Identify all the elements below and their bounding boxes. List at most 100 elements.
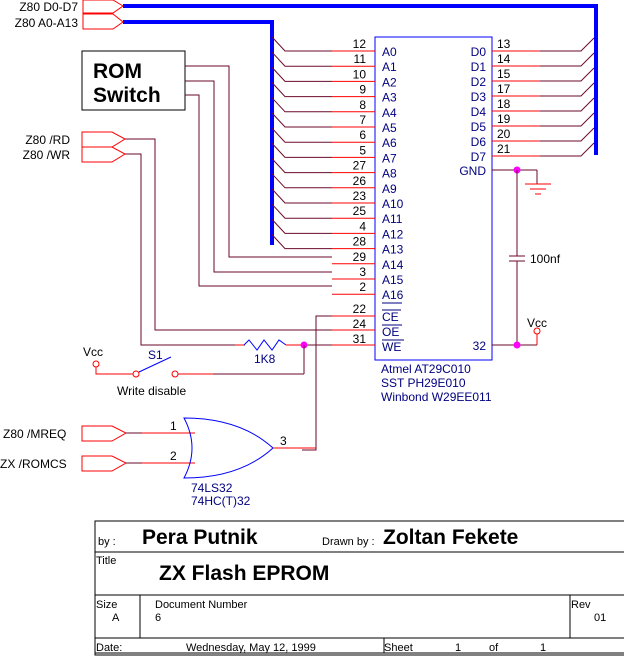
sheet-label: Sheet [384, 642, 413, 654]
pin-number: 21 [497, 142, 511, 156]
title-block: by : Pera Putnik Drawn by : Zoltan Feket… [94, 520, 624, 656]
pin-name: D4 [471, 105, 487, 119]
wire-a15 [185, 80, 332, 273]
switch-label: Write disable [117, 384, 186, 398]
rom-switch-line1: ROM [93, 60, 142, 83]
pin-number: 18 [497, 97, 511, 111]
capacitor-value: 100nf [530, 252, 561, 266]
rom-switch-block: ROM Switch [81, 50, 186, 111]
pin-name: D1 [471, 60, 487, 74]
document-title: ZX Flash EPROM [159, 562, 329, 585]
pin-number: 10 [353, 67, 367, 81]
pin-number: 12 [353, 37, 367, 51]
by-label: by : [98, 536, 116, 548]
port-data-bus: Z80 D0-D7 [19, 0, 124, 14]
wire-a14 [185, 65, 332, 258]
of-value: 1 [540, 642, 546, 654]
size-value: A [112, 612, 120, 624]
pin-number: 23 [353, 189, 367, 203]
gnd-pin-name: GND [459, 164, 486, 178]
pin-name: A0 [382, 45, 397, 59]
pin-ce-number: 22 [353, 302, 367, 316]
pin-vcc-number: 32 [473, 339, 487, 353]
wire-ce [302, 315, 332, 451]
pin-number: 5 [359, 143, 366, 157]
port-addr-bus: Z80 A0-A13 [15, 13, 124, 30]
date-value: Wednesday, May 12, 1999 [186, 642, 316, 654]
vcc-terminal-icon [92, 360, 100, 368]
pin-number: 7 [359, 113, 366, 127]
pin-number: 25 [353, 204, 367, 218]
switch-terminal-icon [132, 370, 140, 378]
pin-number: 19 [497, 112, 511, 126]
gate-pin2: 2 [170, 449, 177, 463]
pin-name: A2 [382, 75, 397, 89]
wire-wr [125, 153, 142, 315]
chip-part-atmel: Atmel AT29C010 [381, 362, 471, 376]
drawn-by-label: Drawn by : [322, 536, 375, 548]
port-mreq: Z80 /MREQ [3, 425, 128, 442]
switch-terminal-icon [171, 370, 179, 378]
pin-name: A11 [382, 212, 403, 226]
pin-number: 20 [497, 127, 511, 141]
chip-left-pins: 12 A0 11 A1 10 A2 9 A3 8 A4 7 A5 6 A6 5 A7 27 A8 26 A9 23 A10… [271, 36, 404, 302]
pin-number: 2 [359, 280, 366, 294]
switch-ref: S1 [148, 348, 163, 362]
port-wr: Z80 /WR [23, 146, 127, 163]
chip-part-sst: SST PH29E010 [381, 376, 466, 390]
pin-name: A4 [382, 106, 397, 120]
pin-number: 6 [359, 128, 366, 142]
designer-name: Pera Putnik [142, 526, 258, 549]
pin-name: A16 [382, 288, 404, 302]
pin-name: D0 [471, 45, 487, 59]
size-label: Size [96, 599, 117, 611]
gate-pin3: 3 [280, 434, 287, 448]
port-addr-bus-label: Z80 A0-A13 [15, 16, 79, 30]
of-label: of [489, 642, 499, 654]
doc-number-value: 6 [155, 612, 161, 624]
pin-name: A6 [382, 136, 397, 150]
pin-name: A7 [382, 151, 397, 165]
pin-name: A5 [382, 121, 397, 135]
ground-symbol [525, 183, 551, 195]
pin-number: 9 [359, 83, 366, 97]
pin-name: D2 [471, 75, 487, 89]
port-wr-label: Z80 /WR [23, 148, 71, 162]
gate-part-hc: 74HC(T)32 [191, 494, 251, 508]
rom-switch-line2: Switch [93, 84, 161, 107]
pin-number: 3 [359, 265, 366, 279]
port-romcs-label: ZX /ROMCS [0, 457, 67, 471]
pin-number: 17 [497, 82, 511, 96]
pin-name: A9 [382, 182, 397, 196]
gate-pin1: 1 [170, 419, 177, 433]
pin-name: D5 [471, 120, 487, 134]
pin-number: 11 [354, 52, 367, 66]
port-rd: Z80 /RD [25, 131, 127, 148]
drafter-name: Zoltan Fekete [383, 526, 518, 549]
pin-number: 13 [497, 37, 511, 51]
pin-number: 28 [353, 235, 367, 249]
pin-name: A8 [382, 167, 397, 181]
pin-number: 14 [497, 52, 511, 66]
pin-name: A3 [382, 91, 397, 105]
resistor: 1K8 [235, 339, 308, 366]
vcc-label-left: Vcc [83, 345, 103, 359]
rev-value: 01 [594, 612, 606, 624]
pin-number: 29 [353, 250, 367, 264]
port-rd-label: Z80 /RD [25, 133, 70, 147]
date-label: Date: [96, 642, 122, 654]
schematic: Z80 D0-D7 Z80 A0-A13 ROM Switch Z80 /RD … [0, 0, 624, 656]
pin-name: A14 [382, 258, 404, 272]
pin-name: A13 [382, 243, 404, 257]
pin-name: A12 [382, 227, 404, 241]
pin-number: 15 [497, 67, 511, 81]
pin-number: 27 [353, 159, 367, 173]
pin-ce-name: CE [382, 310, 399, 324]
pin-name: A1 [382, 60, 397, 74]
pin-we-name: WE [382, 340, 401, 354]
pin-oe-name: OE [382, 325, 399, 339]
junction-dot [513, 341, 521, 349]
sheet-value: 1 [455, 642, 461, 654]
port-romcs: ZX /ROMCS [0, 455, 128, 472]
pin-name: D6 [471, 135, 487, 149]
